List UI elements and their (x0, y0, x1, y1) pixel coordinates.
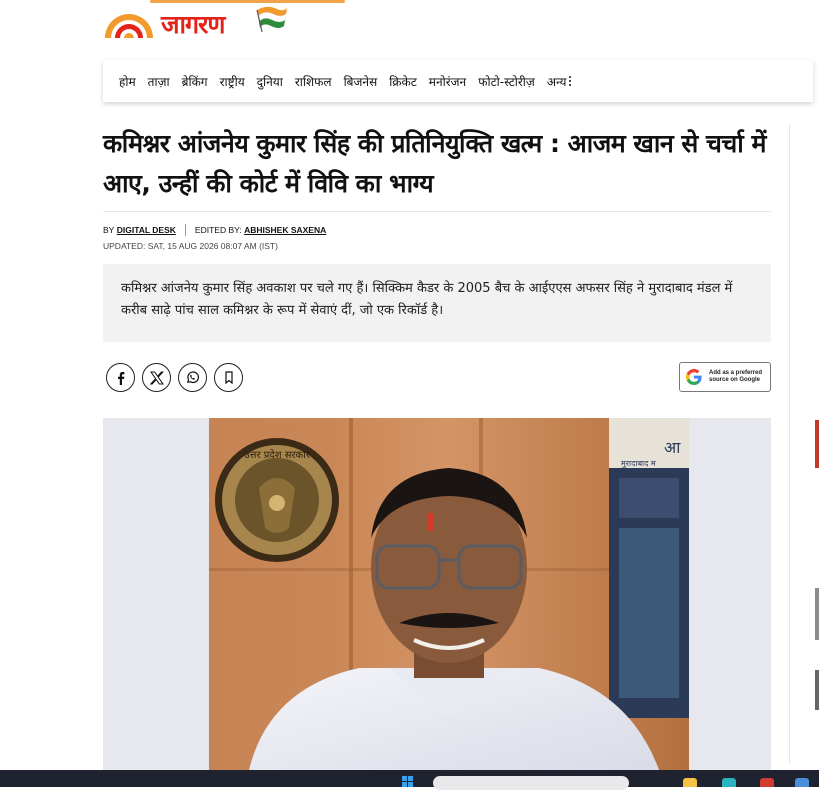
nav-more-label: अन्य (546, 74, 567, 89)
logo-wordmark: जागरण (161, 10, 225, 39)
nav-item-national[interactable]: राष्ट्रीय (220, 73, 245, 90)
sidebar-divider (789, 124, 790, 764)
google-badge-text: Add as a preferred source on Google (709, 370, 762, 384)
flag-logo-icon (256, 6, 287, 32)
nav-item-home[interactable]: होम (119, 73, 136, 90)
editor-link[interactable]: ABHISHEK SAXENA (244, 225, 326, 235)
google-badge-line1: Add as a preferred (709, 370, 763, 376)
updated-timestamp: UPDATED: SAT, 15 AUG 2026 08:07 AM (IST) (103, 241, 278, 251)
google-badge-line2: source on Google (709, 377, 761, 383)
article-headline: कमिश्नर आंजनेय कुमार सिंह की प्रतिनियुक्… (103, 129, 766, 198)
google-g-icon (685, 368, 702, 385)
nav-item-business[interactable]: बिजनेस (344, 73, 378, 90)
byline-edited-prefix: EDITED BY: (194, 225, 242, 235)
nav-item-more[interactable]: अन्य (547, 73, 572, 90)
more-dots-icon (569, 76, 572, 86)
sidebar-edge (815, 420, 819, 770)
sun-logo-icon (105, 14, 153, 38)
whatsapp-icon (186, 371, 200, 384)
whatsapp-share-button[interactable] (178, 363, 207, 392)
nav-item-breaking[interactable]: ब्रेकिंग (182, 73, 208, 90)
nav-item-latest[interactable]: ताज़ा (148, 73, 170, 90)
article-summary: कमिश्नर आंजनेय कुमार सिंह अवकाश पर चले ग… (103, 264, 771, 342)
article-photo: उत्तर प्रदेश सरकार आ मुरादाबाद म (209, 418, 689, 770)
emblem-text: उत्तर प्रदेश सरकार (244, 449, 311, 461)
byline-by-prefix: BY (103, 225, 115, 235)
edge-browser-icon[interactable] (722, 778, 736, 787)
x-share-button[interactable] (142, 363, 171, 392)
chrome-icon[interactable] (760, 778, 774, 787)
taskbar-search-box[interactable] (433, 776, 629, 790)
bookmark-icon (224, 371, 233, 384)
main-nav: होम ताज़ा ब्रेकिंग राष्ट्रीय दुनिया राशि… (103, 60, 813, 102)
facebook-share-button[interactable] (106, 363, 135, 392)
x-icon (149, 371, 164, 384)
facebook-icon (117, 371, 124, 385)
nav-item-entertainment[interactable]: मनोरंजन (429, 73, 466, 90)
byline: BY DIGITAL DESK EDITED BY: ABHISHEK SAXE… (103, 224, 326, 236)
windows-start-icon[interactable] (402, 776, 414, 787)
nav-item-world[interactable]: दुनिया (257, 73, 283, 90)
board-sub-text: मुरादाबाद म (621, 459, 656, 469)
google-preferred-source-button[interactable]: Add as a preferred source on Google (679, 362, 771, 392)
nav-item-cricket[interactable]: क्रिकेट (389, 73, 417, 90)
share-bar (106, 363, 243, 392)
site-logo[interactable]: जागरण (103, 4, 293, 42)
nav-item-horoscope[interactable]: राशिफल (295, 73, 332, 90)
article-photo-frame: उत्तर प्रदेश सरकार आ मुरादाबाद म (103, 418, 771, 770)
nav-item-photo-stories[interactable]: फोटो-स्टोरीज़ (478, 73, 535, 90)
folder-icon[interactable] (683, 778, 697, 787)
top-accent-strip (150, 0, 345, 3)
byline-separator (184, 224, 186, 236)
board-text: आ (664, 438, 681, 457)
headline-divider (103, 211, 771, 212)
bookmark-button[interactable] (214, 363, 243, 392)
taskbar-app-icon[interactable] (795, 778, 809, 787)
author-link[interactable]: DIGITAL DESK (117, 225, 176, 235)
